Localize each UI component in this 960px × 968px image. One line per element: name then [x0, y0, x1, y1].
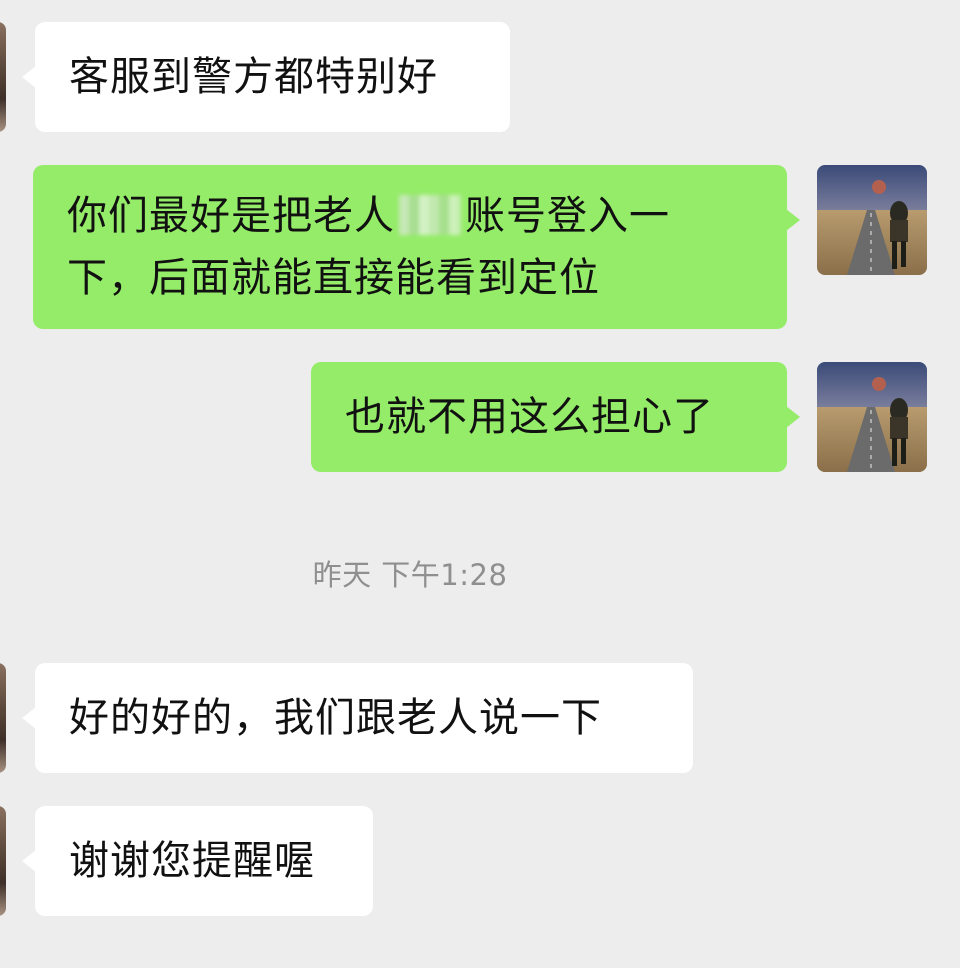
message-line-1: 你们最好是把老人 账号登入一 [67, 185, 753, 247]
self-avatar[interactable] [817, 165, 927, 275]
redacted-mosaic [399, 195, 461, 235]
message-text: 客服到警方都特别好 [69, 54, 438, 100]
desert-road-moon-icon [817, 165, 927, 275]
peer-avatar[interactable] [0, 806, 6, 916]
desert-road-moon-icon [817, 362, 927, 472]
message-text: 也就不用这么担心了 [345, 394, 714, 440]
message-text: 好的好的，我们跟老人说一下 [69, 695, 602, 741]
message-bubble-incoming[interactable]: 好的好的，我们跟老人说一下 [22, 663, 693, 773]
message-line-2: 下，后面就能直接能看到定位 [67, 255, 600, 301]
message-text-part: 账号登入一 [465, 193, 670, 239]
message-bubble-incoming[interactable]: 客服到警方都特别好 [22, 22, 510, 132]
peer-avatar[interactable] [0, 22, 6, 132]
message-text-part: 你们最好是把老人 [67, 193, 395, 239]
message-bubble-incoming[interactable]: 谢谢您提醒喔 [22, 806, 373, 916]
message-bubble-outgoing[interactable]: 也就不用这么担心了 [311, 362, 800, 472]
message-text: 谢谢您提醒喔 [69, 838, 315, 884]
message-bubble-outgoing[interactable]: 你们最好是把老人 账号登入一 下，后面就能直接能看到定位 [33, 165, 800, 329]
chat-timestamp: 昨天 下午1:28 [312, 558, 508, 592]
self-avatar[interactable] [817, 362, 927, 472]
peer-avatar[interactable] [0, 663, 6, 773]
